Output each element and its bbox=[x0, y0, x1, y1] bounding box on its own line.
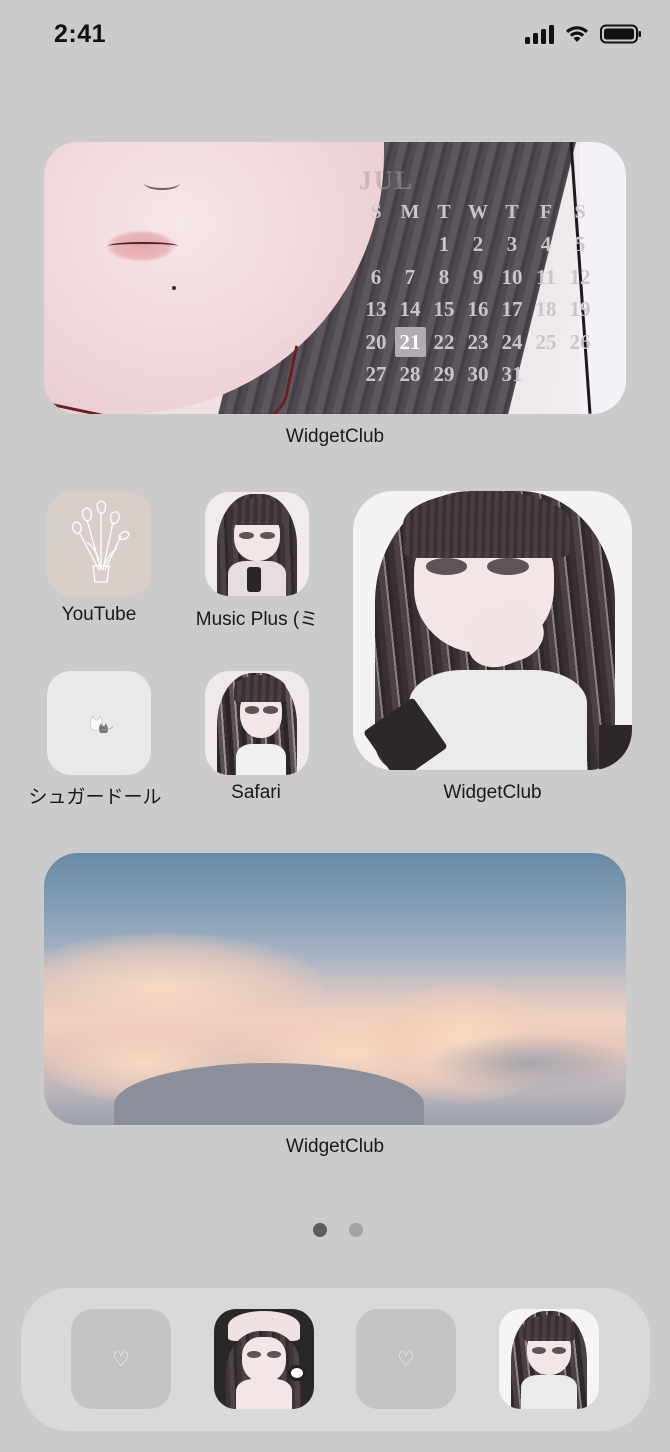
calendar-day: 15 bbox=[433, 297, 455, 322]
sky-widget-label: WidgetClub bbox=[285, 1136, 385, 1157]
calendar-weekday: T bbox=[505, 200, 519, 223]
nose-line bbox=[144, 176, 180, 190]
app-sugar-doll-label[interactable]: シュガードール bbox=[20, 782, 170, 809]
calendar-widget[interactable]: JUL SMTWTFS 1 2 3 4 5 6 7 8 9 10 11 12 13 14 15 16 17 18 1… bbox=[44, 142, 626, 414]
calendar-day: 2 bbox=[472, 232, 484, 257]
anime-girl-peace-art bbox=[353, 491, 632, 770]
anime-girl-icon bbox=[205, 671, 309, 775]
calendar-weekday-row: SMTWTFS bbox=[359, 196, 625, 229]
calendar-day: 3 bbox=[506, 232, 518, 257]
calendar-widget-label: WidgetClub bbox=[285, 426, 385, 447]
app-sugar-doll[interactable] bbox=[47, 671, 151, 775]
calendar-today: 21 bbox=[394, 327, 426, 358]
calendar-day: 13 bbox=[365, 297, 387, 322]
calendar-weekday: F bbox=[539, 200, 553, 223]
photo-widget[interactable] bbox=[353, 491, 632, 770]
calendar-week-row: 13 14 15 16 17 18 19 bbox=[359, 294, 625, 327]
calendar-day: 26 bbox=[569, 329, 591, 354]
calendar-day: 23 bbox=[467, 329, 489, 354]
calendar-day: 19 bbox=[569, 297, 591, 322]
calendar-day: 6 bbox=[370, 264, 382, 289]
calendar-day: 10 bbox=[501, 264, 523, 289]
calendar-day: 28 bbox=[399, 362, 421, 387]
calendar-day: 22 bbox=[433, 329, 455, 354]
calendar-week-row: 20 21 22 23 24 25 26 bbox=[359, 326, 625, 359]
calendar-day: 20 bbox=[365, 329, 387, 354]
calendar-grid: JUL SMTWTFS 1 2 3 4 5 6 7 8 9 10 11 12 13 14 15 16 17 18 1… bbox=[359, 166, 625, 391]
calendar-day: 7 bbox=[404, 264, 416, 289]
cat-icon bbox=[90, 715, 114, 733]
app-youtube[interactable] bbox=[47, 492, 151, 596]
calendar-week-row: 6 7 8 9 10 11 12 bbox=[359, 261, 625, 294]
calendar-day: 8 bbox=[438, 264, 450, 289]
wifi-icon bbox=[566, 26, 588, 42]
calendar-weeks: 1 2 3 4 5 6 7 8 9 10 11 12 13 14 15 16 17 18 19 20 21 22 23 24 2… bbox=[359, 229, 625, 392]
calendar-day: 4 bbox=[540, 232, 552, 257]
calendar-day: 31 bbox=[501, 362, 523, 387]
calendar-month: JUL bbox=[359, 166, 415, 195]
anime-girl-hat-icon bbox=[214, 1309, 314, 1409]
calendar-day: 17 bbox=[501, 297, 523, 322]
calendar-week-row: 12345 bbox=[359, 229, 625, 262]
page-dot-2[interactable] bbox=[349, 1223, 363, 1237]
lip-line bbox=[108, 242, 178, 250]
heart-icon: ♡ bbox=[397, 1347, 415, 1371]
cellular-signal-icon bbox=[525, 24, 554, 44]
anime-girl-phone-icon bbox=[205, 492, 309, 596]
sky-photo-widget[interactable] bbox=[44, 853, 626, 1125]
app-safari[interactable] bbox=[205, 671, 309, 775]
calendar-day: 11 bbox=[536, 264, 556, 289]
cloud-shadow bbox=[424, 1033, 626, 1093]
app-music-plus[interactable] bbox=[205, 492, 309, 596]
dock-app-1[interactable]: ♡ bbox=[71, 1309, 171, 1409]
calendar-day: 30 bbox=[467, 362, 489, 387]
calendar-week-row: 27 28 29 30 31 bbox=[359, 359, 625, 392]
dock-app-3[interactable]: ♡ bbox=[356, 1309, 456, 1409]
heart-icon: ♡ bbox=[112, 1347, 130, 1371]
app-youtube-label[interactable]: YouTube bbox=[33, 604, 165, 626]
calendar-day: 24 bbox=[501, 329, 523, 354]
calendar-day: 27 bbox=[365, 362, 387, 387]
calendar-day: 9 bbox=[472, 264, 484, 289]
calendar-day: 25 bbox=[535, 329, 557, 354]
calendar-weekday: M bbox=[400, 200, 420, 223]
status-time: 2:41 bbox=[54, 20, 107, 48]
calendar-day: 5 bbox=[574, 232, 586, 257]
dock-app-2[interactable] bbox=[214, 1309, 314, 1409]
calendar-day: 29 bbox=[433, 362, 455, 387]
calendar-weekday: T bbox=[437, 200, 451, 223]
calendar-day: 18 bbox=[535, 297, 557, 322]
dock-app-4[interactable] bbox=[499, 1309, 599, 1409]
calendar-day: 21 bbox=[393, 327, 427, 358]
anime-girl-peace-icon bbox=[499, 1309, 599, 1409]
photo-widget-label: WidgetClub bbox=[443, 782, 542, 803]
calendar-weekday: S bbox=[370, 200, 382, 223]
page-dot-1[interactable] bbox=[313, 1223, 327, 1237]
mole-dot bbox=[172, 286, 176, 290]
status-icons bbox=[525, 24, 642, 44]
calendar-day: 12 bbox=[569, 264, 591, 289]
app-music-plus-label[interactable]: Music Plus (ミ bbox=[180, 604, 334, 631]
calendar-weekday: S bbox=[574, 200, 586, 223]
calendar-day: 1 bbox=[438, 232, 450, 257]
battery-icon bbox=[600, 24, 641, 44]
calendar-day: 14 bbox=[399, 297, 421, 322]
calendar-weekday: W bbox=[468, 200, 488, 223]
tulip-bouquet-icon bbox=[71, 500, 130, 583]
app-safari-label[interactable]: Safari bbox=[190, 782, 322, 804]
calendar-day: 16 bbox=[467, 297, 489, 322]
